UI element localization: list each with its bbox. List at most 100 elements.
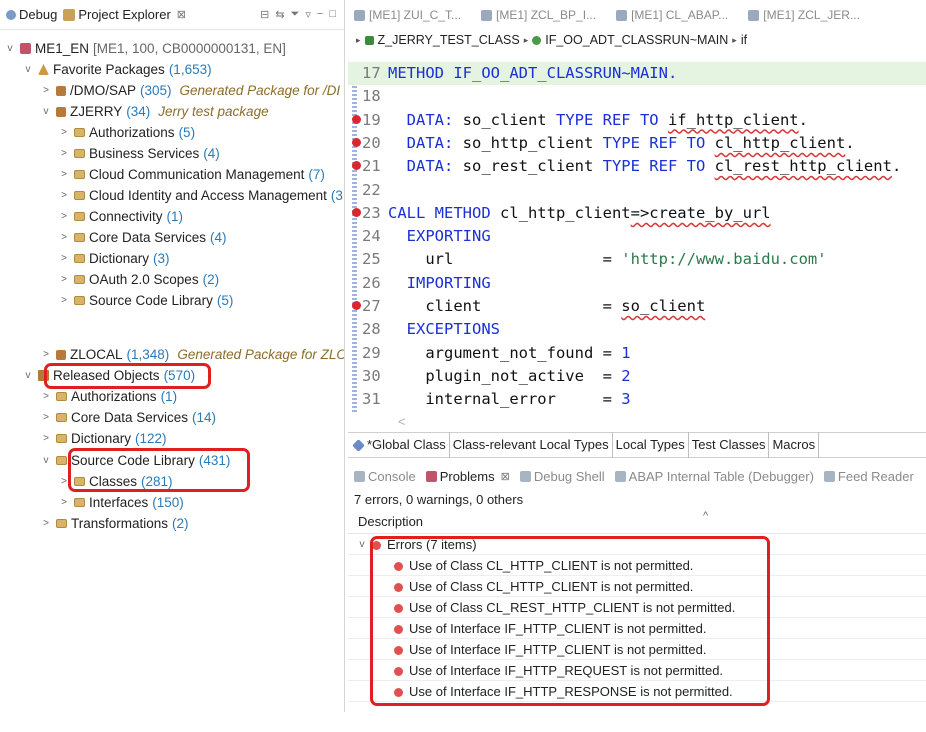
tree-node-folder[interactable]: > Cloud Identity and Access Management (3 — [58, 185, 343, 206]
chevron-right-icon[interactable]: > — [58, 122, 70, 143]
tree-node-interfaces[interactable]: > Interfaces (150) — [58, 492, 184, 513]
tree-node-count: (5) — [216, 293, 234, 308]
tree-node-project[interactable]: v ME1_EN [ME1, 100, CB0000000131, EN] — [4, 38, 286, 59]
breadcrumb-item[interactable]: if — [741, 33, 747, 47]
tree-node-folder[interactable]: > Dictionary (3) — [58, 248, 169, 269]
tab-problems[interactable]: Problems ⊠ — [425, 469, 510, 484]
project-explorer-icon — [63, 8, 76, 21]
tree-node-folder[interactable]: > Connectivity (1) — [58, 206, 183, 227]
tab-internal-table[interactable]: ABAP Internal Table (Debugger) — [614, 469, 814, 484]
class-editor-tab[interactable]: Local Types — [613, 432, 689, 458]
tree-node-folder[interactable]: > Source Code Library (5) — [58, 290, 233, 311]
code-text: client = so_client — [388, 295, 705, 318]
chevron-right-icon[interactable]: > — [58, 248, 70, 269]
maximize-icon[interactable]: □ — [329, 8, 336, 21]
close-icon[interactable]: ⊠ — [177, 8, 186, 21]
chevron-down-icon[interactable]: v — [40, 450, 52, 471]
editor-tab[interactable]: [ME1] CL_ABAP... — [616, 8, 728, 22]
tab-feed-reader[interactable]: Feed Reader — [823, 469, 914, 484]
chevron-right-icon[interactable]: > — [58, 227, 70, 248]
editor-tab-label: [ME1] ZCL_BP_I... — [496, 8, 597, 22]
editor-tab[interactable]: [ME1] ZCL_JER... — [748, 8, 860, 22]
view-menu-icon[interactable]: ▿ — [305, 8, 311, 21]
tree-node-favorite-packages[interactable]: v Favorite Packages (1,653) — [22, 59, 212, 80]
chevron-right-icon[interactable]: > — [40, 407, 52, 428]
code-line[interactable]: 22 — [348, 179, 926, 202]
minimize-icon[interactable]: − — [317, 8, 323, 21]
code-line[interactable]: 27 client = so_client — [348, 295, 926, 318]
tree-node-folder[interactable]: > Core Data Services (14) — [40, 407, 216, 428]
code-line[interactable]: 29 argument_not_found = 1 — [348, 342, 926, 365]
code-line[interactable]: 20 DATA: so_http_client TYPE REF TO cl_h… — [348, 132, 926, 155]
column-header-description[interactable]: Description ^ — [348, 510, 926, 534]
editor-tab[interactable]: [ME1] ZUI_C_T... — [354, 8, 461, 22]
code-line[interactable]: 26 IMPORTING — [348, 272, 926, 295]
error-marker-icon[interactable] — [352, 161, 361, 171]
tab-debug[interactable]: Debug — [6, 7, 57, 22]
code-line[interactable]: 17 METHOD IF_OO_ADT_CLASSRUN~MAIN. — [348, 62, 926, 86]
code-token: 3 — [621, 390, 631, 409]
tree-node-folder[interactable]: > Cloud Communication Management (7) — [58, 164, 325, 185]
chevron-down-icon[interactable]: v — [22, 365, 34, 386]
chevron-down-icon[interactable]: v — [40, 101, 52, 122]
chevron-right-icon[interactable]: > — [58, 206, 70, 227]
tree-node-folder[interactable]: > Authorizations (5) — [58, 122, 195, 143]
chevron-down-icon[interactable]: v — [356, 534, 368, 555]
tab-debug-shell[interactable]: Debug Shell — [519, 469, 605, 484]
chevron-right-icon[interactable]: > — [58, 164, 70, 185]
code-line[interactable]: 25 url = 'http://www.baidu.com' — [348, 248, 926, 271]
error-marker-icon[interactable] — [352, 301, 361, 310]
code-line[interactable]: 21 DATA: so_rest_client TYPE REF TO cl_r… — [348, 155, 926, 178]
class-editor-tab[interactable]: *Global Class — [348, 432, 450, 458]
chevron-right-icon[interactable]: > — [40, 80, 52, 101]
code-line[interactable]: 24 EXPORTING — [348, 225, 926, 248]
tree-node-transformations[interactable]: > Transformations (2) — [40, 513, 188, 534]
code-line[interactable]: 18 — [348, 85, 926, 108]
tree-node-folder[interactable]: > Core Data Services (4) — [58, 227, 226, 248]
tab-console[interactable]: Console — [354, 469, 416, 484]
chevron-right-icon[interactable]: > — [58, 143, 70, 164]
class-editor-tab[interactable]: Class-relevant Local Types — [450, 432, 613, 458]
tree-node-folder[interactable]: > Business Services (4) — [58, 143, 220, 164]
tree-node-folder[interactable]: > Dictionary (122) — [40, 428, 166, 449]
error-marker-icon[interactable] — [352, 114, 361, 124]
close-icon[interactable]: ⊠ — [501, 470, 510, 483]
code-editor[interactable]: 17 METHOD IF_OO_ADT_CLASSRUN~MAIN. 18 19 DA… — [348, 62, 926, 412]
tree-node-zjerry[interactable]: v ZJERRY (34) Jerry test package — [40, 101, 269, 122]
error-marker-icon[interactable] — [352, 207, 361, 217]
class-editor-tab[interactable]: Test Classes — [689, 432, 770, 458]
chevron-down-icon[interactable]: v — [4, 38, 16, 59]
breadcrumb-item[interactable]: Z_JERRY_TEST_CLASS — [378, 33, 520, 47]
tree-node-folder[interactable]: > OAuth 2.0 Scopes (2) — [58, 269, 219, 290]
breadcrumb-item[interactable]: IF_OO_ADT_CLASSRUN~MAIN — [545, 33, 728, 47]
chevron-right-icon[interactable]: > — [58, 492, 70, 513]
chevron-right-icon[interactable]: > — [58, 290, 70, 311]
tree-node-folder[interactable]: > Authorizations (1) — [40, 386, 177, 407]
chevron-right-icon[interactable]: > — [40, 513, 52, 534]
scroll-left-icon[interactable]: < — [398, 414, 406, 429]
link-editor-icon[interactable]: ⇆ — [275, 8, 284, 21]
tree-node-dmo-sap[interactable]: > /DMO/SAP (305) Generated Package for /… — [40, 80, 340, 101]
error-marker-icon[interactable] — [352, 137, 361, 147]
code-line[interactable]: 28 EXCEPTIONS — [348, 318, 926, 341]
code-line[interactable]: 23 CALL METHOD cl_http_client=>create_by_… — [348, 202, 926, 225]
tab-project-explorer[interactable]: Project Explorer ⊠ — [63, 7, 186, 22]
highlight-errors — [370, 536, 770, 706]
chevron-right-icon[interactable]: > — [40, 386, 52, 407]
chevron-down-icon[interactable]: v — [22, 59, 34, 80]
chevron-right-icon[interactable]: > — [40, 428, 52, 449]
code-line[interactable]: 31 internal_error = 3 — [348, 388, 926, 411]
class-editor-tab[interactable]: Macros — [769, 432, 820, 458]
chevron-right-icon[interactable]: > — [40, 344, 52, 365]
editor-tab[interactable]: [ME1] ZCL_BP_I... — [481, 8, 596, 22]
filter-icon[interactable]: ⏷ — [291, 8, 300, 21]
sort-icon[interactable]: ^ — [703, 504, 708, 528]
tree-node-zlocal[interactable]: > ZLOCAL (1,348) Generated Package for Z… — [40, 344, 344, 365]
code-line[interactable]: 19 DATA: so_client TYPE REF TO if_http_c… — [348, 109, 926, 132]
chevron-right-icon[interactable]: > — [58, 185, 70, 206]
code-token: url = — [388, 250, 622, 269]
horizontal-scrollbar[interactable]: < — [348, 412, 926, 432]
code-line[interactable]: 30 plugin_not_active = 2 — [348, 365, 926, 388]
collapse-all-icon[interactable]: ⊟ — [260, 8, 269, 21]
chevron-right-icon[interactable]: > — [58, 269, 70, 290]
